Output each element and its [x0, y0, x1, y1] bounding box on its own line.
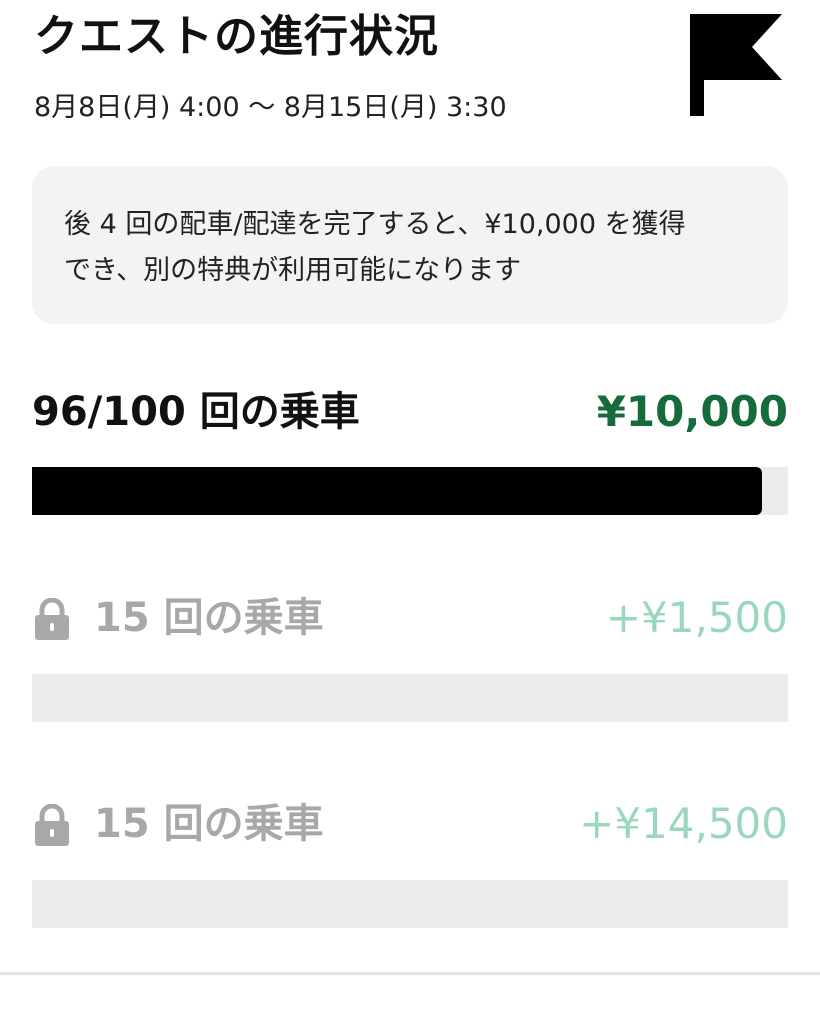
locked-tier-label: 15 回の乗車 — [94, 801, 324, 847]
main-tier-progress-fill — [32, 467, 762, 515]
lock-icon — [35, 598, 69, 640]
main-tier-progress-bar — [32, 467, 788, 515]
main-tier-label: 96/100 回の乗車 — [32, 389, 360, 435]
lock-icon — [35, 804, 69, 846]
quest-info-line-1: 後 4 回の配車/配達を完了すると、¥10,000 を獲得 — [64, 209, 686, 240]
main-tier-reward: ¥10,000 — [596, 387, 788, 436]
locked-tier-reward: +¥1,500 — [605, 593, 788, 642]
locked-tier-label: 15 回の乗車 — [94, 595, 324, 641]
locked-tier-row: 15 回の乗車 +¥1,500 — [32, 590, 788, 650]
flag-icon — [690, 14, 782, 116]
locked-tier-reward: +¥14,500 — [579, 799, 788, 848]
bottom-divider — [0, 972, 820, 975]
quest-info-line-2: でき、別の特典が利用可能になります — [64, 255, 522, 286]
locked-tier-progress-bar — [32, 880, 788, 928]
quest-info-box: 後 4 回の配車/配達を完了すると、¥10,000 を獲得 でき、別の特典が利用… — [32, 166, 788, 324]
locked-tier-progress-bar — [32, 674, 788, 722]
page-title: クエストの進行状況 — [34, 11, 439, 62]
locked-tier-row: 15 回の乗車 +¥14,500 — [32, 796, 788, 856]
main-tier-row: 96/100 回の乗車 ¥10,000 — [32, 384, 788, 444]
quest-date-range: 8月8日(月) 4:00 〜 8月15日(月) 3:30 — [34, 92, 507, 123]
quest-header: クエストの進行状況 8月8日(月) 4:00 〜 8月15日(月) 3:30 — [34, 10, 794, 130]
